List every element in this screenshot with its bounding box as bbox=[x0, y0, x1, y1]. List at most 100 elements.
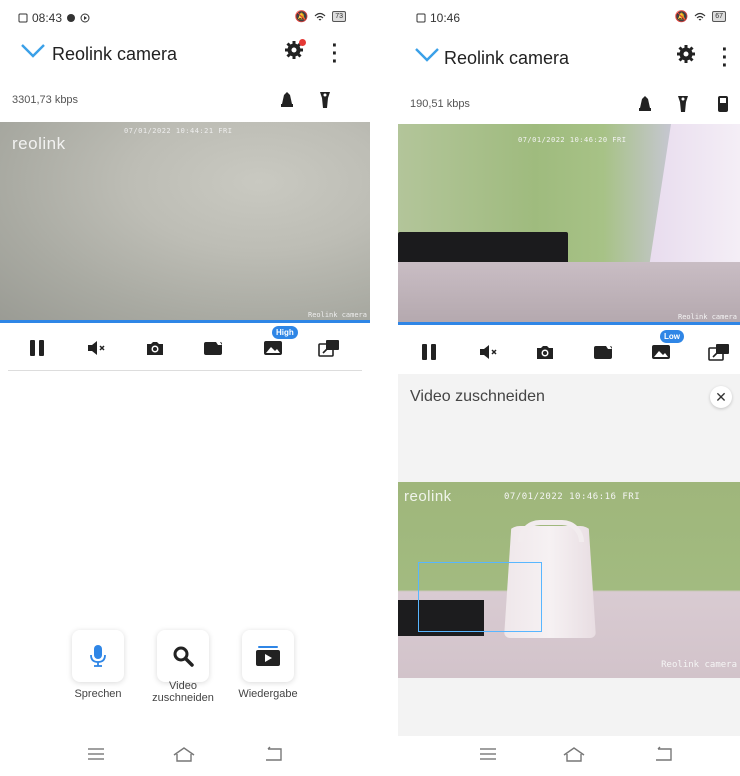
pause-icon bbox=[30, 340, 44, 356]
video-brand-logo: reolink bbox=[12, 134, 66, 153]
speaker-muted-icon bbox=[480, 345, 497, 359]
home-icon bbox=[563, 747, 585, 762]
back-nav-button[interactable] bbox=[262, 744, 286, 764]
record-button[interactable] bbox=[590, 340, 616, 364]
status-bar: 10:46 🔕 67 bbox=[398, 0, 740, 34]
wifi-icon bbox=[694, 12, 706, 20]
crop-panel-title: Video zuschneiden bbox=[410, 388, 545, 405]
talk-label: Sprechen bbox=[74, 688, 122, 700]
close-icon: ✕ bbox=[715, 388, 727, 405]
video-watermark: Reolink camera bbox=[307, 311, 367, 319]
bitrate-text: 3301,73 kbps bbox=[12, 94, 79, 106]
back-icon bbox=[656, 746, 672, 761]
snapshot-button[interactable] bbox=[142, 336, 168, 360]
top-app-bar: Reolink camera · · · bbox=[398, 40, 740, 76]
status-time-text: 10:46 bbox=[430, 11, 461, 25]
crop-video-view[interactable]: reolink 07/01/2022 10:46:16 FRI Reolink … bbox=[398, 482, 740, 678]
close-crop-button[interactable]: ✕ bbox=[710, 386, 732, 408]
action-tiles: Sprechen Video zuschneiden Wiedergabe bbox=[0, 630, 370, 710]
crop-video-brand: reolink bbox=[404, 488, 452, 505]
live-video[interactable]: 07/01/2022 10:44:21 FRI reolink Reolink … bbox=[0, 122, 370, 322]
status-time-text: 08:43 bbox=[32, 11, 63, 25]
crop-panel-header: Video zuschneiden ✕ bbox=[398, 374, 740, 418]
collapse-chevron-icon[interactable] bbox=[414, 46, 440, 69]
wifi-icon bbox=[314, 12, 326, 20]
crop-video-timestamp: 07/01/2022 10:46:16 FRI bbox=[504, 492, 641, 502]
home-icon bbox=[173, 747, 195, 762]
pause-button[interactable] bbox=[416, 340, 442, 364]
right-screen: 10:46 🔕 67 Reolink camera · · · 190,51 kbp… bbox=[398, 0, 740, 776]
crop-selection-box[interactable] bbox=[418, 562, 542, 632]
speaker-muted-icon bbox=[88, 341, 105, 355]
talk-action[interactable]: Sprechen bbox=[58, 630, 138, 700]
controls-divider bbox=[8, 370, 362, 371]
status-right: 🔕 73 bbox=[294, 10, 346, 23]
live-video[interactable]: 07/01/2022 10:46:20 FRI Reolink camera bbox=[398, 124, 740, 324]
floodlight-icon[interactable] bbox=[674, 94, 692, 114]
home-nav-button[interactable] bbox=[562, 744, 586, 764]
status-time: 10:46 bbox=[416, 11, 460, 25]
mute-button[interactable] bbox=[476, 340, 502, 364]
system-nav-bar bbox=[0, 736, 370, 776]
top-app-bar: Reolink camera · · · bbox=[0, 36, 370, 72]
crop-video-action[interactable]: Video zuschneiden bbox=[143, 630, 223, 704]
pause-icon bbox=[422, 344, 436, 360]
settings-gear-icon[interactable] bbox=[284, 39, 306, 65]
playback-action[interactable]: Wiedergabe bbox=[228, 630, 308, 700]
multi-view-icon bbox=[708, 344, 729, 361]
quality-badge: High bbox=[272, 326, 298, 339]
battery-icon: 67 bbox=[712, 11, 726, 22]
mute-status-icon: 🔕 bbox=[294, 11, 309, 23]
video-timestamp: 07/01/2022 10:46:20 FRI bbox=[518, 136, 627, 144]
floodlight-icon[interactable] bbox=[316, 90, 334, 110]
siren-alarm-icon[interactable] bbox=[636, 94, 654, 114]
device-icon[interactable] bbox=[714, 94, 732, 114]
notification-icon bbox=[67, 14, 76, 22]
back-nav-button[interactable] bbox=[652, 744, 676, 764]
snapshot-button[interactable] bbox=[532, 340, 558, 364]
quality-button[interactable]: High bbox=[260, 326, 298, 360]
recents-nav-button[interactable] bbox=[84, 744, 108, 764]
playback-controls: High bbox=[0, 326, 370, 370]
fullscreen-button[interactable] bbox=[316, 336, 342, 360]
crop-video-label: Video zuschneiden bbox=[152, 680, 214, 704]
mute-button[interactable] bbox=[84, 336, 110, 360]
bitrate-row: 190,51 kbps bbox=[398, 92, 740, 116]
magnifier-icon bbox=[173, 646, 194, 667]
home-nav-button[interactable] bbox=[172, 744, 196, 764]
status-bar: 08:43 🔕 73 bbox=[0, 0, 370, 34]
record-button[interactable] bbox=[200, 336, 226, 360]
crop-video-watermark: Reolink camera bbox=[661, 660, 737, 670]
camera-title: Reolink camera bbox=[52, 44, 178, 64]
sim-icon bbox=[416, 13, 426, 23]
video-camera-icon bbox=[204, 342, 222, 355]
crop-video-tile[interactable] bbox=[157, 630, 209, 682]
talk-tile[interactable] bbox=[72, 630, 124, 682]
collapse-chevron-icon[interactable] bbox=[20, 42, 46, 65]
recents-nav-button[interactable] bbox=[476, 744, 500, 764]
bitrate-text: 190,51 kbps bbox=[410, 98, 470, 110]
playback-label: Wiedergabe bbox=[238, 688, 298, 700]
playback-tile[interactable] bbox=[242, 630, 294, 682]
microphone-icon bbox=[90, 645, 106, 667]
fullscreen-button[interactable] bbox=[706, 340, 732, 364]
live-progress-bar bbox=[398, 322, 740, 325]
more-options-icon[interactable]: · · · bbox=[720, 40, 730, 76]
playback-controls: Low bbox=[398, 330, 740, 374]
play-status-icon bbox=[80, 13, 90, 23]
video-camera-icon bbox=[594, 346, 612, 359]
image-quality-icon bbox=[264, 341, 282, 355]
more-options-icon[interactable]: · · · bbox=[330, 36, 340, 72]
live-progress-bar bbox=[0, 320, 370, 323]
status-right: 🔕 67 bbox=[674, 10, 726, 23]
video-scene-object bbox=[648, 124, 740, 274]
siren-alarm-icon[interactable] bbox=[278, 90, 296, 110]
menu-lines-icon bbox=[88, 748, 104, 760]
playback-icon bbox=[256, 646, 280, 666]
quality-button[interactable]: Low bbox=[648, 330, 684, 364]
mute-status-icon: 🔕 bbox=[674, 11, 689, 23]
settings-gear-icon[interactable] bbox=[676, 44, 696, 69]
left-screen: 08:43 🔕 73 Reolink camera · · · 3301,73 kb bbox=[0, 0, 370, 776]
pause-button[interactable] bbox=[24, 336, 50, 360]
crop-scene-handle bbox=[518, 520, 584, 542]
